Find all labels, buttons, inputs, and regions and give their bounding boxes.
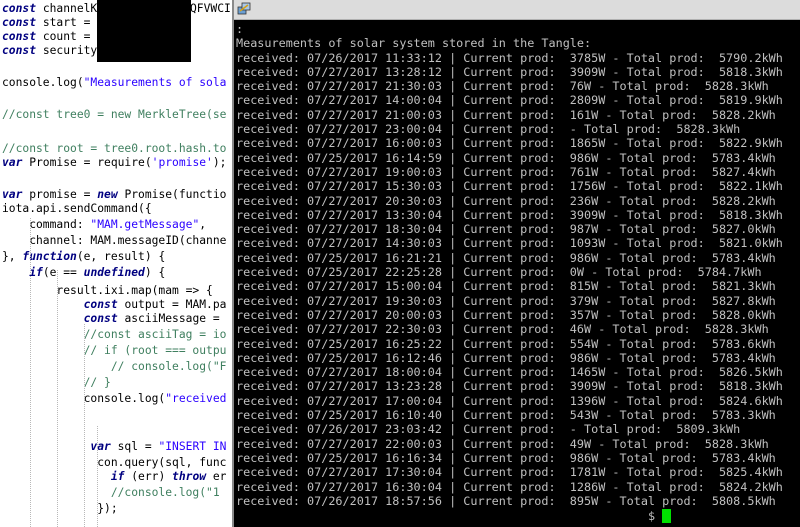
code-line: //const tree0 = new MerkleTree(se [2,108,227,121]
code-line: const count = [2,30,98,43]
terminal-log-line: received: 07/27/2017 15:30:03 | Current … [236,179,783,194]
terminal-window[interactable]: : Measurements of solar system stored in … [234,0,800,527]
code-line: const asciiMessage = [83,312,227,325]
redaction-block [97,0,191,62]
code-line: const security [2,44,98,57]
terminal-log-line: received: 07/26/2017 23:03:42 | Current … [236,422,741,437]
code-line: }); [2,502,118,515]
code-line: const start = [2,16,98,29]
code-line: if (err) throw er [110,470,227,483]
terminal-cursor [662,509,671,523]
code-line: console.log("Measurements of sola [2,76,227,89]
code-line: if(e == undefined) { [29,266,166,279]
indent-guide [30,218,31,527]
terminal-log-line: received: 07/27/2017 20:00:03 | Current … [236,307,776,322]
terminal-log-line: received: 07/25/2017 16:10:40 | Current … [236,408,776,423]
terminal-log-line: received: 07/27/2017 18:30:04 | Current … [236,222,776,237]
terminal-log-line: received: 07/27/2017 14:30:03 | Current … [236,236,783,251]
terminal-log-line: received: 07/27/2017 13:23:28 | Current … [236,379,783,394]
indent-guide [97,426,98,527]
terminal-log-line: received: 07/25/2017 16:12:46 | Current … [236,350,776,365]
code-line: const output = MAM.pa [83,298,227,311]
code-fragment: QFVWCI [190,2,231,15]
code-line: }, function(e, result) { [2,250,166,263]
code-line: // console.log("F [2,360,227,373]
terminal-log-line: received: 07/25/2017 22:25:28 | Current … [236,265,762,280]
code-line: iota.api.sendCommand({ [2,202,152,215]
terminal-log-line: received: 07/27/2017 22:30:03 | Current … [236,322,769,337]
putty-icon[interactable] [237,2,251,16]
terminal-log-line: received: 07/27/2017 15:00:04 | Current … [236,279,776,294]
indent-guide [57,270,58,527]
code-line: var promise = new Promise(functio [2,188,227,201]
terminal-log-line: received: 07/27/2017 21:00:03 | Current … [236,107,776,122]
terminal-log-line: received: 07/27/2017 17:00:04 | Current … [236,393,783,408]
terminal-log-line: received: 07/27/2017 21:30:03 | Current … [236,79,769,94]
terminal-log-line: received: 07/27/2017 19:00:03 | Current … [236,164,776,179]
terminal-log-line: received: 07/25/2017 16:21:21 | Current … [236,250,776,265]
terminal-log-line: received: 07/26/2017 11:33:12 | Current … [236,50,783,65]
indent-guide [84,324,85,527]
code-line: var Promise = require('promise'); [2,156,227,169]
terminal-log-line: received: 07/27/2017 16:00:03 | Current … [236,136,783,151]
code-line: //const asciiTag = io [2,328,227,341]
terminal-log-line: received: 07/27/2017 19:30:03 | Current … [236,293,776,308]
code-line: var sql = "INSERT IN [90,440,227,453]
terminal-header-line: Measurements of solar system stored in t… [236,36,592,51]
terminal-log-line: received: 07/27/2017 13:30:04 | Current … [236,207,783,222]
code-line: //console.log("1 [2,486,220,499]
terminal-log-line: received: 07/25/2017 16:25:22 | Current … [236,336,776,351]
terminal-log-line: received: 07/27/2017 14:00:04 | Current … [236,93,783,108]
terminal-titlebar[interactable] [234,0,800,20]
terminal-output: : Measurements of solar system stored in … [236,22,798,508]
code-line: //const root = tree0.root.hash.to [2,142,227,155]
terminal-log-line: received: 07/26/2017 18:57:56 | Current … [236,493,776,508]
code-line: console.log("received [2,392,227,405]
terminal-log-line: received: 07/25/2017 16:14:59 | Current … [236,150,776,165]
code-line: command: "MAM.getMessage", [2,218,207,231]
terminal-log-line: received: 07/27/2017 23:00:04 | Current … [236,122,741,137]
terminal-log-line: received: 07/27/2017 18:00:04 | Current … [236,365,783,380]
terminal-log-line: received: 07/27/2017 16:30:04 | Current … [236,479,783,494]
code-line: con.query(sql, func [2,456,227,469]
code-line: const channelK [2,2,98,15]
terminal-log-line: received: 07/27/2017 17:30:04 | Current … [236,465,783,480]
terminal-header-line: : [236,22,244,36]
code-editor-pane[interactable]: const channelK const start = const count … [0,0,234,527]
code-line: result.ixi.map(mam => { [2,284,213,297]
terminal-log-line: received: 07/27/2017 20:30:03 | Current … [236,193,776,208]
code-line: // if (root === outpu [2,344,227,357]
terminal-log-line: received: 07/27/2017 22:00:03 | Current … [236,436,769,451]
terminal-log-line: received: 07/25/2017 16:16:34 | Current … [236,450,776,465]
code-line: channel: MAM.messageID(channe [2,234,227,247]
shell-prompt: $ [648,509,656,523]
terminal-log-line: received: 07/27/2017 13:28:12 | Current … [236,64,783,79]
